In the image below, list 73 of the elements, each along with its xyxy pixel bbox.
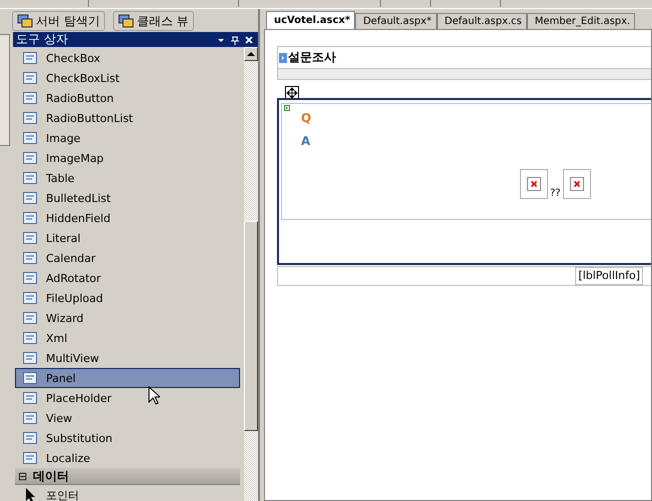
toolbox-item[interactable]: BulletedList: [15, 188, 240, 208]
control-icon: [22, 90, 38, 106]
toolbox-item[interactable]: RadioButton: [15, 88, 240, 108]
collapse-toggle[interactable]: ⊟: [18, 470, 28, 482]
toolbox-item[interactable]: PlaceHolder: [15, 388, 240, 408]
scroll-up-button[interactable]: [244, 47, 258, 61]
broken-image: [520, 169, 548, 199]
control-icon: [22, 110, 38, 126]
control-icon: [22, 430, 38, 446]
document-tab[interactable]: Member_Edit.aspx.: [526, 13, 636, 29]
control-icon: [22, 130, 38, 146]
toolbar-button[interactable]: 클래스 뷰: [112, 11, 194, 31]
control-icon: [22, 350, 38, 366]
toolbox-item[interactable]: View: [15, 408, 240, 428]
toolbox-item[interactable]: Image: [15, 128, 240, 148]
broken-image: [562, 169, 591, 199]
mouse-pointer-icon: [148, 386, 160, 406]
close-icon[interactable]: [244, 34, 254, 44]
control-icon: [22, 410, 38, 426]
pin-icon[interactable]: [230, 34, 240, 44]
toolbox-item[interactable]: Localize: [15, 448, 240, 468]
toolbox-item[interactable]: CheckBox: [15, 48, 240, 68]
toolbox-item[interactable]: ImageMap: [15, 148, 240, 168]
document-tab[interactable]: Default.aspx*: [355, 13, 437, 29]
arrow-up-icon: [247, 51, 255, 57]
toolbox-item[interactable]: Table: [15, 168, 240, 188]
label-control: [lblPollInfo]: [575, 267, 643, 285]
side-tab[interactable]: [0, 34, 10, 146]
panel-title: 도구 상자: [16, 31, 69, 48]
toolbox-item[interactable]: Panel: [15, 368, 240, 388]
toolbox-item[interactable]: 포인터: [15, 485, 240, 501]
scroll-thumb[interactable]: [244, 221, 258, 431]
answer-label: A: [301, 134, 310, 148]
control-icon: [22, 190, 38, 206]
section-title: 데이터: [33, 468, 70, 484]
toolbox-item[interactable]: RadioButtonList: [15, 108, 240, 128]
toolbox-item[interactable]: CheckBoxList: [15, 68, 240, 88]
expand-icon: [279, 52, 287, 62]
control-icon: [22, 310, 38, 326]
window-icon: [118, 14, 134, 28]
toolbox-item[interactable]: Substitution: [15, 428, 240, 448]
move-handle-icon[interactable]: [285, 86, 299, 100]
question-label: Q: [301, 111, 312, 125]
toolbox-item[interactable]: FileUpload: [15, 288, 240, 308]
control-icon: [22, 170, 38, 186]
window-icon: [17, 14, 33, 28]
toolbox-item[interactable]: Calendar: [15, 248, 240, 268]
control-icon: [22, 370, 38, 386]
toolbar-button[interactable]: 서버 탐색기: [12, 11, 105, 31]
control-icon: [22, 390, 38, 406]
control-icon: [22, 210, 38, 226]
control-icon: [22, 230, 38, 246]
control-icon: [22, 250, 38, 266]
marker-icon: [284, 105, 290, 111]
toolbox-item[interactable]: Xml: [15, 328, 240, 348]
toolbox-item[interactable]: AdRotator: [15, 268, 240, 288]
toolbox-item[interactable]: Wizard: [15, 308, 240, 328]
heading: 설문조사: [288, 49, 336, 66]
document-tab[interactable]: ucVotel.ascx*: [266, 11, 356, 29]
control-icon: [22, 270, 38, 286]
document-tab[interactable]: Default.aspx.cs: [436, 13, 527, 29]
control-icon: [22, 70, 38, 86]
scrollbar[interactable]: [244, 47, 258, 501]
toolbox-item[interactable]: MultiView: [15, 348, 240, 368]
separator-text: ??: [550, 188, 561, 199]
toolbox-item[interactable]: Literal: [15, 228, 240, 248]
control-icon: [22, 290, 38, 306]
control-icon: [22, 50, 38, 66]
control-icon: [22, 150, 38, 166]
section-header[interactable]: ⊟ 데이터: [15, 468, 240, 485]
control-icon: [22, 330, 38, 346]
control-icon: [22, 450, 38, 466]
toolbox-item[interactable]: HiddenField: [15, 208, 240, 228]
